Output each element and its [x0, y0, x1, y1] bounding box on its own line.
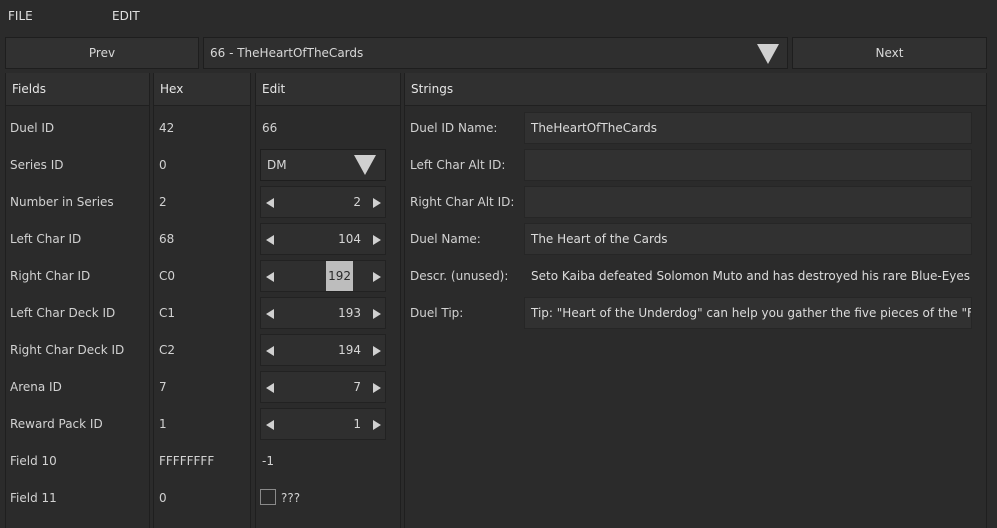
right-char-deck-id-spinner[interactable]: 194: [260, 334, 386, 366]
hex-header: Hex: [154, 73, 250, 106]
menu-file[interactable]: FILE: [8, 9, 33, 23]
hex-value: C2: [159, 343, 176, 357]
menu-edit[interactable]: EDIT: [112, 9, 140, 23]
string-label: Duel Name:: [410, 232, 481, 246]
string-label: Left Char Alt ID:: [410, 158, 506, 172]
number-in-series-spinner[interactable]: 2: [260, 186, 386, 218]
field-label: Left Char Deck ID: [10, 306, 116, 320]
hex-value: FFFFFFFF: [159, 454, 215, 468]
field-label: Right Char ID: [10, 269, 91, 283]
field10-value: -1: [262, 454, 274, 468]
increment-arrow-icon[interactable]: [373, 383, 381, 393]
chevron-down-icon[interactable]: [354, 155, 376, 175]
hex-value: C0: [159, 269, 176, 283]
string-label: Duel Tip:: [410, 306, 464, 320]
right-char-id-spinner[interactable]: 192: [260, 260, 386, 292]
increment-arrow-icon[interactable]: [373, 272, 381, 282]
hex-value: 7: [159, 380, 167, 394]
right-char-alt-id-field[interactable]: [524, 186, 972, 218]
field-label: Arena ID: [10, 380, 62, 394]
hex-value: 0: [159, 491, 167, 505]
field-label: Series ID: [10, 158, 64, 172]
decrement-arrow-icon[interactable]: [266, 272, 274, 282]
prev-button[interactable]: Prev: [5, 37, 199, 69]
field-label: Number in Series: [10, 195, 114, 209]
spinner-value[interactable]: 7: [353, 372, 361, 402]
increment-arrow-icon[interactable]: [373, 235, 381, 245]
string-label: Descr. (unused):: [410, 269, 509, 283]
decrement-arrow-icon[interactable]: [266, 383, 274, 393]
reward-pack-id-spinner[interactable]: 1: [260, 408, 386, 440]
decrement-arrow-icon[interactable]: [266, 420, 274, 430]
hex-value: C1: [159, 306, 176, 320]
string-label: Duel ID Name:: [410, 121, 498, 135]
spinner-value[interactable]: 194: [338, 335, 361, 365]
duel-selector-value: 66 - TheHeartOfTheCards: [210, 46, 364, 60]
field-label: Field 10: [10, 454, 57, 468]
menu-bar: FILE EDIT: [0, 0, 997, 34]
edit-header: Edit: [256, 73, 400, 106]
duel-selector[interactable]: 66 - TheHeartOfTheCards: [203, 37, 788, 69]
fields-header: Fields: [6, 73, 149, 106]
hex-value: 2: [159, 195, 167, 209]
increment-arrow-icon[interactable]: [373, 198, 381, 208]
left-char-deck-id-spinner[interactable]: 193: [260, 297, 386, 329]
description-field[interactable]: Seto Kaiba defeated Solomon Muto and has…: [524, 260, 972, 292]
increment-arrow-icon[interactable]: [373, 309, 381, 319]
field-label: Reward Pack ID: [10, 417, 103, 431]
spinner-value[interactable]: 193: [338, 298, 361, 328]
field11-checkbox[interactable]: [260, 489, 276, 505]
chevron-down-icon[interactable]: [757, 44, 779, 64]
increment-arrow-icon[interactable]: [373, 420, 381, 430]
duel-tip-field[interactable]: Tip: "Heart of the Underdog" can help yo…: [524, 297, 972, 329]
left-char-id-spinner[interactable]: 104: [260, 223, 386, 255]
duel-name-field[interactable]: The Heart of the Cards: [524, 223, 972, 255]
decrement-arrow-icon[interactable]: [266, 309, 274, 319]
spinner-value[interactable]: 104: [338, 224, 361, 254]
hex-value: 42: [159, 121, 175, 135]
series-id-value: DM: [267, 158, 287, 172]
decrement-arrow-icon[interactable]: [266, 235, 274, 245]
spinner-value[interactable]: 2: [353, 187, 361, 217]
left-char-alt-id-field[interactable]: [524, 149, 972, 181]
series-id-select[interactable]: DM: [260, 149, 386, 181]
field-label: Field 11: [10, 491, 57, 505]
next-button[interactable]: Next: [792, 37, 987, 69]
strings-header: Strings: [405, 73, 986, 106]
decrement-arrow-icon[interactable]: [266, 346, 274, 356]
hex-value: 1: [159, 417, 167, 431]
hex-value: 0: [159, 158, 167, 172]
duel-id-value: 66: [262, 121, 278, 135]
decrement-arrow-icon[interactable]: [266, 198, 274, 208]
duel-id-name-field[interactable]: TheHeartOfTheCards: [524, 112, 972, 144]
field-label: Left Char ID: [10, 232, 82, 246]
field11-checkbox-label: ???: [281, 491, 301, 505]
spinner-value[interactable]: 1: [353, 409, 361, 439]
string-label: Right Char Alt ID:: [410, 195, 515, 209]
spinner-value-selected[interactable]: 192: [326, 261, 353, 291]
arena-id-spinner[interactable]: 7: [260, 371, 386, 403]
field-label: Right Char Deck ID: [10, 343, 125, 357]
increment-arrow-icon[interactable]: [373, 346, 381, 356]
hex-value: 68: [159, 232, 175, 246]
field-label: Duel ID: [10, 121, 55, 135]
